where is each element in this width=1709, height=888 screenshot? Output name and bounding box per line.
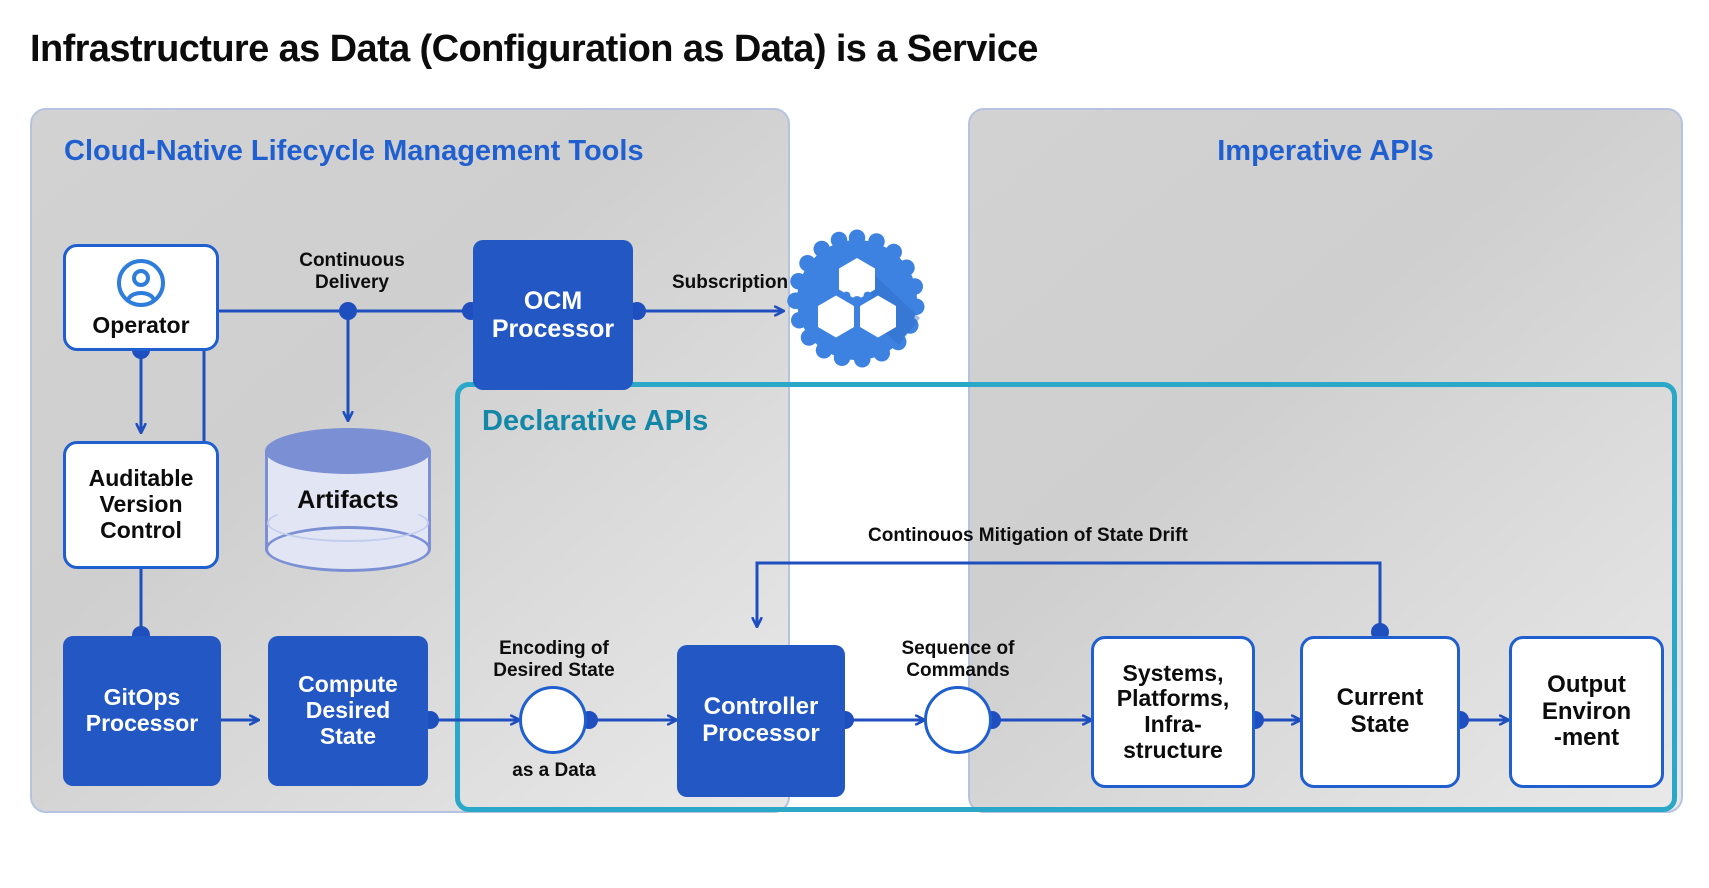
node-auditable-version-control-label: Auditable Version Control	[88, 465, 194, 543]
edge-label-state-drift: Continouos Mitigation of State Drift	[868, 525, 1188, 546]
node-systems-platforms-infrastructure-label: Systems, Platforms, Infra- structure	[1116, 659, 1230, 763]
diagram-canvas: Infrastructure as Data (Configuration as…	[0, 0, 1709, 888]
gear-hexagons-logo	[782, 225, 932, 375]
node-controller-processor[interactable]: Controller Processor	[677, 645, 845, 797]
edge-label-continuous-delivery: Continuous Delivery	[299, 250, 405, 293]
node-commands-circle[interactable]	[924, 686, 992, 754]
edge-label-sequence-of-commands: Sequence of Commands	[901, 638, 1015, 681]
node-operator-label: Operator	[92, 311, 190, 338]
node-output-environment-label: Output Environ -ment	[1541, 670, 1632, 752]
node-current-state[interactable]: Current State	[1300, 636, 1460, 788]
node-gitops-processor-label: GitOps Processor	[85, 684, 199, 736]
edge-label-as-a-data: as a Data	[512, 760, 596, 781]
node-ocm-processor[interactable]: OCM Processor	[473, 240, 633, 390]
edge-label-subscription: Subscription	[671, 272, 789, 293]
node-encoding-circle[interactable]	[519, 686, 587, 754]
node-artifacts[interactable]: Artifacts	[265, 428, 431, 572]
user-circle-icon	[117, 258, 165, 307]
node-compute-desired-state[interactable]: Compute Desired State	[268, 636, 428, 786]
node-artifacts-label: Artifacts	[297, 485, 399, 514]
node-ocm-processor-label: OCM Processor	[491, 287, 615, 343]
node-auditable-version-control[interactable]: Auditable Version Control	[63, 441, 219, 569]
node-gitops-processor[interactable]: GitOps Processor	[63, 636, 221, 786]
node-current-state-label: Current State	[1336, 684, 1424, 738]
node-compute-desired-state-label: Compute Desired State	[298, 671, 398, 749]
node-systems-platforms-infrastructure[interactable]: Systems, Platforms, Infra- structure	[1091, 636, 1255, 788]
node-controller-processor-label: Controller Processor	[702, 693, 820, 747]
node-output-environment[interactable]: Output Environ -ment	[1509, 636, 1664, 788]
node-operator[interactable]: Operator	[63, 244, 219, 351]
edge-label-encoding-of-desired-state: Encoding of Desired State	[493, 638, 615, 681]
